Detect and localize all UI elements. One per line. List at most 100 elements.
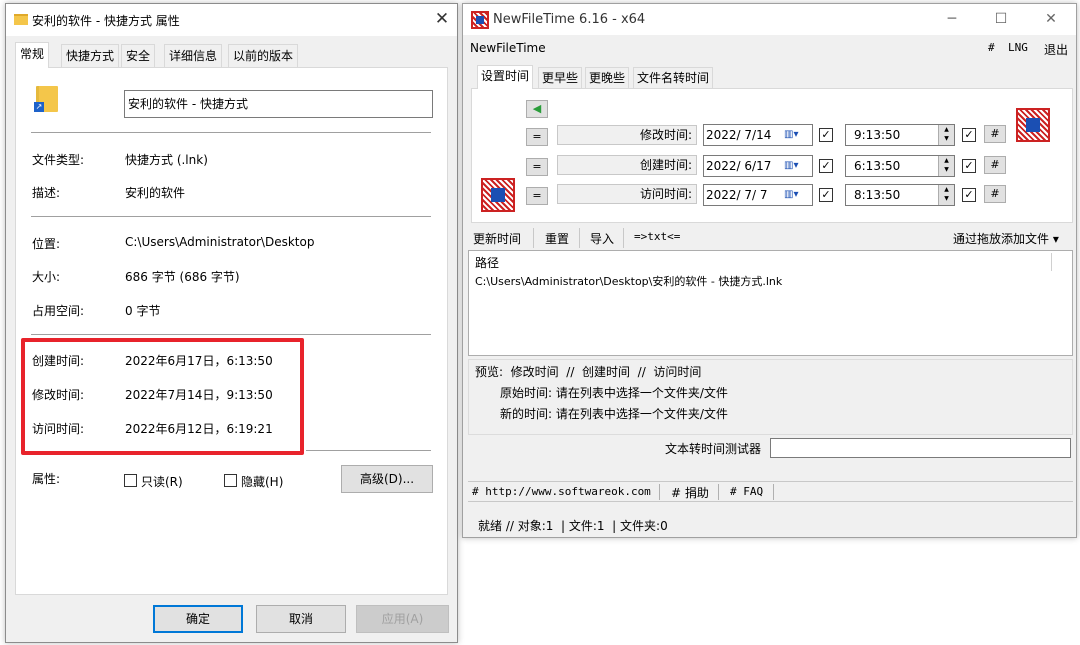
modified-date: 2022/ 7/14 xyxy=(706,128,772,142)
original-time-text: 原始时间: 请在列表中选择一个文件夹/文件 xyxy=(500,386,728,400)
accessed-time-label: 访问时间: xyxy=(557,184,697,204)
menubar: NewFileTime # LNG 退出 xyxy=(463,37,1076,61)
calendar-icon[interactable]: ▥▾ xyxy=(784,185,798,205)
cancel-button[interactable]: 取消 xyxy=(256,605,346,633)
shortcut-arrow-icon: ↗ xyxy=(34,102,44,112)
donate-link[interactable]: # 捐助 xyxy=(671,484,709,501)
preview-header: 预览: 修改时间 // 创建时间 // 访问时间 xyxy=(475,365,702,379)
menu-hash[interactable]: # xyxy=(988,41,995,54)
tab-earlier[interactable]: 更早些 xyxy=(538,67,583,88)
readonly-checkbox[interactable] xyxy=(124,474,137,487)
divider xyxy=(306,450,431,451)
tab-later[interactable]: 更晚些 xyxy=(585,67,630,88)
created-time-checkbox[interactable]: ✓ xyxy=(962,159,976,173)
divider xyxy=(773,484,774,500)
text-to-time-tester-label: 文本转时间测试器 xyxy=(665,442,762,456)
close-button[interactable]: ✕ xyxy=(430,8,454,30)
maximize-button[interactable]: ☐ xyxy=(986,8,1016,30)
disk-size-label: 占用空间: xyxy=(32,304,85,318)
file-type-value: 快捷方式 (.lnk) xyxy=(125,153,208,167)
path-column-header[interactable]: 路径 xyxy=(475,254,499,271)
modified-time-field[interactable]: 9:13:50 ▲ ▼ xyxy=(845,124,955,146)
txt-export-button[interactable]: =>txt<= xyxy=(634,230,680,243)
modified-time-label: 修改时间: xyxy=(557,125,697,145)
created-hash-button[interactable]: # xyxy=(984,156,1006,174)
dialog-title: 安利的软件 - 快捷方式 属性 xyxy=(32,14,180,28)
text-to-time-input[interactable] xyxy=(770,438,1071,458)
new-time-text: 新的时间: 请在列表中选择一个文件夹/文件 xyxy=(500,407,728,421)
menu-newfiletime[interactable]: NewFileTime xyxy=(470,41,546,55)
size-label: 大小: xyxy=(32,270,61,284)
tab-general[interactable]: 常规 xyxy=(15,42,50,68)
accessed-date-picker[interactable]: 2022/ 7/ 7 ▥▾ xyxy=(703,184,813,206)
import-button[interactable]: 导入 xyxy=(590,230,614,247)
modified-time: 9:13:50 xyxy=(854,128,901,142)
menu-lng[interactable]: LNG xyxy=(1008,41,1028,54)
accessed-hash-button[interactable]: # xyxy=(984,185,1006,203)
description-label: 描述: xyxy=(32,186,61,200)
tab-previous-versions[interactable]: 以前的版本 xyxy=(228,44,299,67)
created-date-picker[interactable]: 2022/ 6/17 ▥▾ xyxy=(703,155,813,177)
hidden-checkbox[interactable] xyxy=(224,474,237,487)
created-date: 2022/ 6/17 xyxy=(706,159,772,173)
drag-drop-add-button[interactable]: 通过拖放添加文件 ▾ xyxy=(953,230,1059,247)
newfiletime-window: NewFileTime 6.16 - x64 ─ ☐ ✕ NewFileTime… xyxy=(462,3,1077,538)
tab-set-time[interactable]: 设置时间 xyxy=(477,65,534,89)
divider xyxy=(1051,253,1052,271)
faq-link[interactable]: # FAQ xyxy=(730,485,763,498)
divider xyxy=(718,484,719,500)
advanced-button[interactable]: 高级(D)... xyxy=(341,465,433,493)
link-bar: # http://www.softwareok.com # 捐助 # FAQ xyxy=(468,481,1073,502)
ok-button[interactable]: 确定 xyxy=(153,605,243,633)
modified-equal-button[interactable]: = xyxy=(526,128,548,146)
accessed-equal-button[interactable]: = xyxy=(526,187,548,205)
name-field[interactable]: 安利的软件 - 快捷方式 xyxy=(124,90,433,118)
folder-icon xyxy=(14,14,28,25)
minimize-button[interactable]: ─ xyxy=(937,8,967,30)
highlight-box xyxy=(21,338,304,455)
menu-exit[interactable]: 退出 xyxy=(1044,41,1068,58)
back-green-icon[interactable]: ◀ xyxy=(526,100,548,118)
modified-time-checkbox[interactable]: ✓ xyxy=(962,128,976,142)
size-value: 686 字节 (686 字节) xyxy=(125,270,240,284)
status-bar: 就绪 // 对象:1 | 文件:1 | 文件夹:0 xyxy=(463,511,1076,537)
modified-date-checkbox[interactable]: ✓ xyxy=(819,128,833,142)
update-time-button[interactable]: 更新时间 xyxy=(473,230,521,247)
attributes-label: 属性: xyxy=(32,472,61,486)
tab-security[interactable]: 安全 xyxy=(121,44,156,67)
disk-size-value: 0 字节 xyxy=(125,304,161,318)
divider xyxy=(31,216,431,217)
nft-title: NewFileTime 6.16 - x64 xyxy=(493,12,646,27)
nft-titlebar: NewFileTime 6.16 - x64 ─ ☐ ✕ xyxy=(463,4,1076,35)
accessed-time-field[interactable]: 8:13:50 ▲ ▼ xyxy=(845,184,955,206)
modified-hash-button[interactable]: # xyxy=(984,125,1006,143)
reset-button[interactable]: 重置 xyxy=(545,230,569,247)
spin-icon[interactable]: ▲ ▼ xyxy=(938,125,954,145)
calendar-icon[interactable]: ▥▾ xyxy=(784,156,798,176)
close-button[interactable]: ✕ xyxy=(1036,8,1066,30)
created-date-checkbox[interactable]: ✓ xyxy=(819,159,833,173)
spin-icon[interactable]: ▲ ▼ xyxy=(938,185,954,205)
tab-details[interactable]: 详细信息 xyxy=(164,44,223,67)
app-icon xyxy=(471,11,489,29)
created-time-field[interactable]: 6:13:50 ▲ ▼ xyxy=(845,155,955,177)
tab-filename-to-time[interactable]: 文件名转时间 xyxy=(633,67,714,88)
list-item[interactable]: C:\Users\Administrator\Desktop\安利的软件 - 快… xyxy=(475,273,782,289)
file-list[interactable]: 路径 C:\Users\Administrator\Desktop\安利的软件 … xyxy=(468,250,1073,356)
accessed-time-checkbox[interactable]: ✓ xyxy=(962,188,976,202)
location-label: 位置: xyxy=(32,237,61,251)
tab-shortcut[interactable]: 快捷方式 xyxy=(61,44,120,67)
calendar-icon[interactable]: ▥▾ xyxy=(784,125,798,145)
spin-icon[interactable]: ▲ ▼ xyxy=(938,156,954,176)
divider xyxy=(31,334,431,335)
apply-button[interactable]: 应用(A) xyxy=(356,605,449,633)
app-large-icon xyxy=(1016,108,1050,142)
created-time-label: 创建时间: xyxy=(557,155,697,175)
created-equal-button[interactable]: = xyxy=(526,158,548,176)
divider xyxy=(31,132,431,133)
properties-dialog: 安利的软件 - 快捷方式 属性 ✕ 常规 快捷方式 安全 详细信息 以前的版本 … xyxy=(5,3,458,643)
app-large-icon xyxy=(481,178,515,212)
modified-date-picker[interactable]: 2022/ 7/14 ▥▾ xyxy=(703,124,813,146)
accessed-date-checkbox[interactable]: ✓ xyxy=(819,188,833,202)
website-link[interactable]: # http://www.softwareok.com xyxy=(472,485,651,498)
